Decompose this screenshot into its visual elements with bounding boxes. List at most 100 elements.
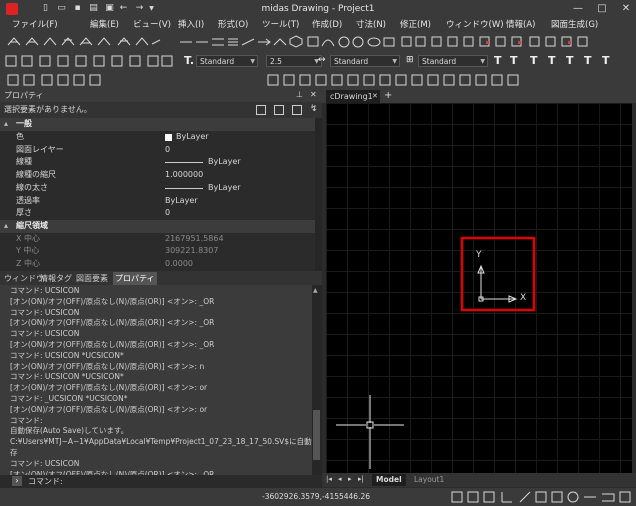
drawing-canvas[interactable]: Y X	[326, 103, 632, 473]
command-history-line: [オン(ON)/オフ(OFF)/原点なし(N)/原点(OR)] <オン>: _O…	[10, 318, 215, 328]
tab-layout1[interactable]: Layout1	[410, 474, 448, 486]
properties-scrollbar[interactable]	[315, 118, 322, 271]
property-row: Y 中心 309221.8307	[16, 246, 219, 256]
linetype-preview	[165, 162, 203, 164]
minimize-button[interactable]: —	[566, 0, 590, 18]
command-history-line: [オン(ON)/オフ(OFF)/原点なし(N)/原点(OR)] <オン>: or	[10, 404, 208, 414]
menu-draw[interactable]: 作成(D)	[312, 18, 342, 32]
status-bar: -3602926.3579,-4155446.26	[0, 488, 636, 506]
menu-window[interactable]: ウィンドウ(W)	[446, 18, 504, 32]
menu-file[interactable]: ファイル(F)	[12, 18, 58, 32]
crosshair-cursor	[336, 395, 404, 469]
menu-modify[interactable]: 修正(M)	[400, 18, 431, 32]
hatch-tools-icons[interactable]	[0, 52, 180, 71]
dim-style-icon[interactable]: ↔	[318, 55, 326, 65]
tab-model[interactable]: Model	[372, 474, 406, 486]
pickadd-icon[interactable]	[292, 105, 302, 115]
property-row[interactable]: 図面レイヤー 0	[0, 144, 315, 157]
redo-icon[interactable]: →	[134, 3, 145, 14]
app-icon	[6, 3, 18, 15]
text-height-select[interactable]: 2.5 ▼	[266, 55, 322, 67]
layout-tab-bar: |◂ ◂ ▸ ▸| Model Layout1	[322, 473, 636, 487]
section-scale[interactable]: ▴ 縮尺領域	[0, 219, 315, 233]
menu-edit[interactable]: 編集(E)	[90, 18, 119, 32]
maximize-button[interactable]: □	[590, 0, 614, 18]
command-history-line: コマンド: UCSICON	[10, 458, 80, 468]
property-row[interactable]: 透過率 ByLayer	[0, 195, 315, 208]
save-icon[interactable]: ▪	[72, 3, 83, 14]
prev-layout-icon[interactable]: ◂	[338, 475, 342, 483]
selection-bar: 選択要素がありません。 ↯	[0, 102, 322, 118]
new-file-icon[interactable]: ▯	[40, 3, 51, 14]
next-layout-icon[interactable]: ▸	[348, 475, 352, 483]
close-button[interactable]: ✕	[614, 0, 636, 18]
toggle-pickadd-icon[interactable]: ↯	[310, 104, 318, 114]
multiline-text-icon[interactable]: T	[510, 54, 518, 67]
menu-insert[interactable]: 挿入(I)	[178, 18, 204, 32]
menu-tools[interactable]: ツール(T)	[262, 18, 299, 32]
text-style-icon[interactable]: T.	[184, 54, 194, 67]
pin-icon[interactable]: ⊥	[296, 90, 303, 99]
command-scrollbar[interactable]: ▲	[312, 285, 322, 475]
table-style-select[interactable]: Standard ▼	[418, 55, 488, 67]
dim-style-select[interactable]: Standard ▼	[330, 55, 400, 67]
canvas-overlay	[336, 236, 536, 469]
draw-tools-icons[interactable]	[0, 32, 636, 52]
text-find-icon[interactable]: T	[548, 54, 556, 67]
quick-access-dropdown-icon[interactable]: ▼	[146, 3, 157, 14]
text-edit-icon[interactable]: T	[530, 54, 538, 67]
quick-select-icon[interactable]	[256, 105, 266, 115]
text-style-select[interactable]: Standard ▼	[196, 55, 258, 67]
tab-properties[interactable]: プロパティ	[113, 272, 157, 285]
panel-close-icon[interactable]: ✕	[310, 90, 317, 99]
add-tab-icon[interactable]: +	[384, 89, 392, 103]
table-style-icon[interactable]: ⊞	[406, 55, 414, 65]
status-toggle-icons[interactable]	[448, 488, 636, 506]
command-history-line: コマンド: UCSICON	[10, 307, 80, 317]
section-general[interactable]: ▴ 一般	[0, 118, 315, 131]
toolbar-dimension	[0, 71, 636, 89]
toolbar-draw	[0, 32, 636, 52]
last-layout-icon[interactable]: ▸|	[358, 475, 364, 483]
property-row[interactable]: 色 ByLayer	[0, 131, 315, 144]
property-row[interactable]: 線種 ByLayer	[0, 156, 315, 169]
menu-view[interactable]: ビュー(V)	[133, 18, 171, 32]
command-history-line: [オン(ON)/オフ(OFF)/原点なし(N)/原点(OR)] <オン>: n	[10, 361, 205, 371]
select-objects-icon[interactable]	[274, 105, 284, 115]
text-scale-icon[interactable]: T	[566, 54, 574, 67]
title-bar: midas Drawing - Project1 ▯ ▭ ▪ ▤ ▣ ← → ▼…	[0, 0, 636, 18]
cursor-coordinates: -3602926.3579,-4155446.26	[262, 492, 370, 501]
print-icon[interactable]: ▤	[88, 3, 99, 14]
tab-close-icon[interactable]: ✕	[372, 90, 378, 103]
command-history[interactable]: コマンド: UCSICON [オン(ON)/オフ(OFF)/原点なし(N)/原点(…	[0, 285, 312, 475]
tab-cdrawing1[interactable]: cDrawing1 ✕	[326, 90, 380, 103]
property-row[interactable]: 線種の縮尺 1.000000	[0, 169, 315, 182]
scroll-thumb[interactable]	[313, 410, 320, 460]
open-folder-icon[interactable]: ▭	[56, 3, 67, 14]
text-icon[interactable]: T	[494, 54, 502, 67]
toolbar-styles: T. Standard ▼ 2.5 ▼ ↔ Standard ▼ ⊞ Standard…	[0, 52, 636, 71]
ucs-x-label: X	[520, 293, 527, 303]
property-row[interactable]: 厚さ 0	[0, 207, 315, 220]
menu-info[interactable]: 情報(A)	[506, 18, 535, 32]
selection-status: 選択要素がありません。	[4, 105, 92, 114]
command-history-line: コマンド: _UCSICON *UCSICON*	[10, 394, 128, 403]
command-prompt: コマンド:	[28, 477, 63, 486]
command-input-bar[interactable]: › コマンド:	[0, 475, 322, 488]
print-preview-icon[interactable]: ▣	[104, 3, 115, 14]
undo-icon[interactable]: ←	[118, 3, 129, 14]
text-convert-icon[interactable]: T	[602, 54, 610, 67]
first-layout-icon[interactable]: |◂	[326, 475, 332, 483]
scroll-up-icon[interactable]: ▲	[313, 287, 320, 295]
menu-format[interactable]: 形式(O)	[218, 18, 248, 32]
ucs-icon	[477, 264, 518, 303]
property-row: Z 中心 0.0000	[16, 259, 193, 268]
command-prompt-icon: ›	[12, 476, 22, 486]
dimension-tools-icons[interactable]	[0, 71, 636, 89]
menu-drawing-generation[interactable]: 図面生成(G)	[551, 18, 598, 32]
tab-drawing-elements[interactable]: 図面要素	[74, 272, 110, 285]
tab-info-tag[interactable]: 情報タグ	[38, 272, 74, 285]
menu-dimension[interactable]: 寸法(N)	[356, 18, 386, 32]
property-row[interactable]: 線の太さ ByLayer	[0, 182, 315, 195]
text-justify-icon[interactable]: T	[584, 54, 592, 67]
